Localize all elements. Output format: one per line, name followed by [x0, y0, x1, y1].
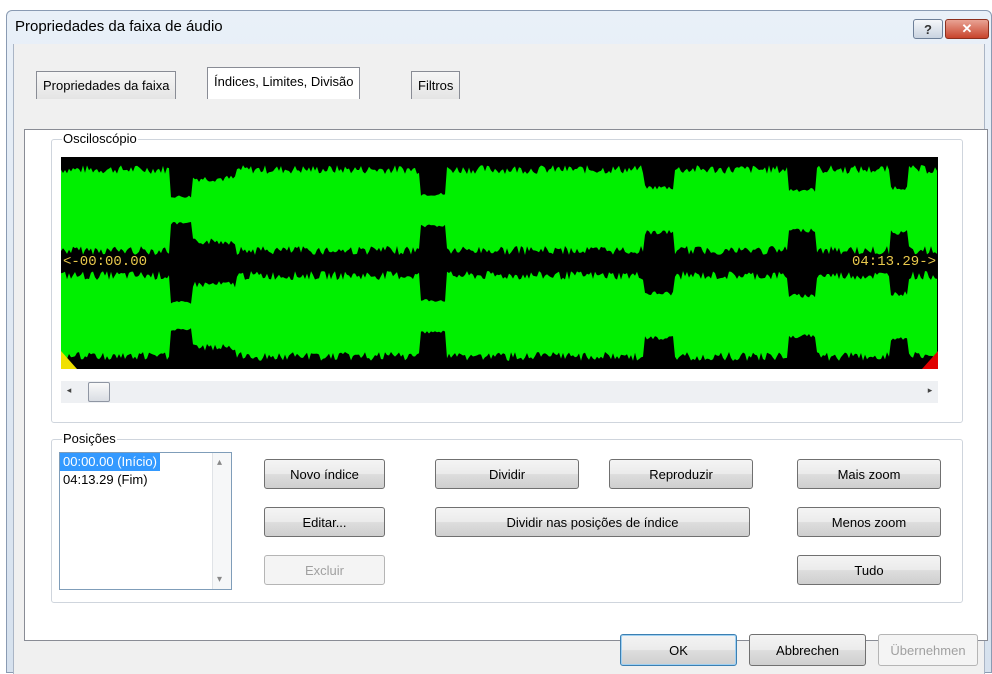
- start-time-label: <-00:00.00: [63, 254, 148, 270]
- oscilloscope-group: Osciloscópio <-00:00.00 04:13.29-> ◂ ▸: [51, 131, 963, 423]
- end-marker: [922, 351, 938, 369]
- scroll-left-icon[interactable]: ◂: [64, 385, 74, 395]
- close-icon: ✕: [961, 21, 973, 36]
- apply-button[interactable]: Übernehmen: [878, 634, 978, 666]
- end-time-label: 04:13.29->: [851, 254, 936, 270]
- play-button[interactable]: Reproduzir: [609, 459, 753, 489]
- cancel-button[interactable]: Abbrechen: [749, 634, 866, 666]
- tab-panel: Osciloscópio <-00:00.00 04:13.29-> ◂ ▸ P…: [24, 129, 988, 641]
- split-at-index-button[interactable]: Dividir nas posições de índice: [435, 507, 750, 537]
- help-button[interactable]: ?: [913, 19, 943, 39]
- tab-track-properties[interactable]: Propriedades da faixa: [36, 71, 177, 99]
- list-item[interactable]: 04:13.29 (Fim): [60, 471, 231, 489]
- oscilloscope-display[interactable]: <-00:00.00 04:13.29->: [61, 157, 938, 369]
- scroll-up-icon[interactable]: ▴: [217, 457, 222, 468]
- list-item-label: 00:00.00 (Início): [60, 453, 160, 471]
- start-marker: [61, 351, 77, 369]
- all-button[interactable]: Tudo: [797, 555, 941, 585]
- edit-button[interactable]: Editar...: [264, 507, 385, 537]
- tab-indices-limits-split[interactable]: Índices, Limites, Divisão: [207, 67, 361, 99]
- dialog-client: Propriedades da faixa Índices, Limites, …: [13, 44, 988, 674]
- zoom-in-button[interactable]: Mais zoom: [797, 459, 941, 489]
- positions-listbox[interactable]: 00:00.00 (Início) 04:13.29 (Fim) ▴ ▾: [59, 452, 232, 590]
- help-icon: ?: [924, 21, 932, 37]
- scroll-thumb[interactable]: [88, 382, 110, 402]
- positions-group: Posições 00:00.00 (Início) 04:13.29 (Fim…: [51, 431, 963, 603]
- split-button[interactable]: Dividir: [435, 459, 579, 489]
- scroll-right-icon[interactable]: ▸: [925, 385, 935, 395]
- zoom-out-button[interactable]: Menos zoom: [797, 507, 941, 537]
- delete-button[interactable]: Excluir: [264, 555, 385, 585]
- close-button[interactable]: ✕: [945, 19, 989, 39]
- list-item[interactable]: 00:00.00 (Início): [60, 453, 231, 471]
- oscilloscope-label: Osciloscópio: [62, 131, 138, 147]
- title-bar[interactable]: Propriedades da faixa de áudio ? ✕: [7, 11, 991, 45]
- tab-filters[interactable]: Filtros: [411, 71, 461, 99]
- ok-button[interactable]: OK: [620, 634, 737, 666]
- positions-label: Posições: [62, 431, 117, 447]
- new-index-button[interactable]: Novo índice: [264, 459, 385, 489]
- window-title: Propriedades da faixa de áudio: [15, 18, 223, 35]
- list-scrollbar[interactable]: ▴ ▾: [212, 453, 231, 589]
- oscilloscope-scrollbar[interactable]: ◂ ▸: [61, 381, 938, 403]
- dialog-window: Propriedades da faixa de áudio ? ✕ Propr…: [6, 10, 992, 674]
- scroll-down-icon[interactable]: ▾: [217, 574, 222, 585]
- range-markers: [61, 351, 938, 369]
